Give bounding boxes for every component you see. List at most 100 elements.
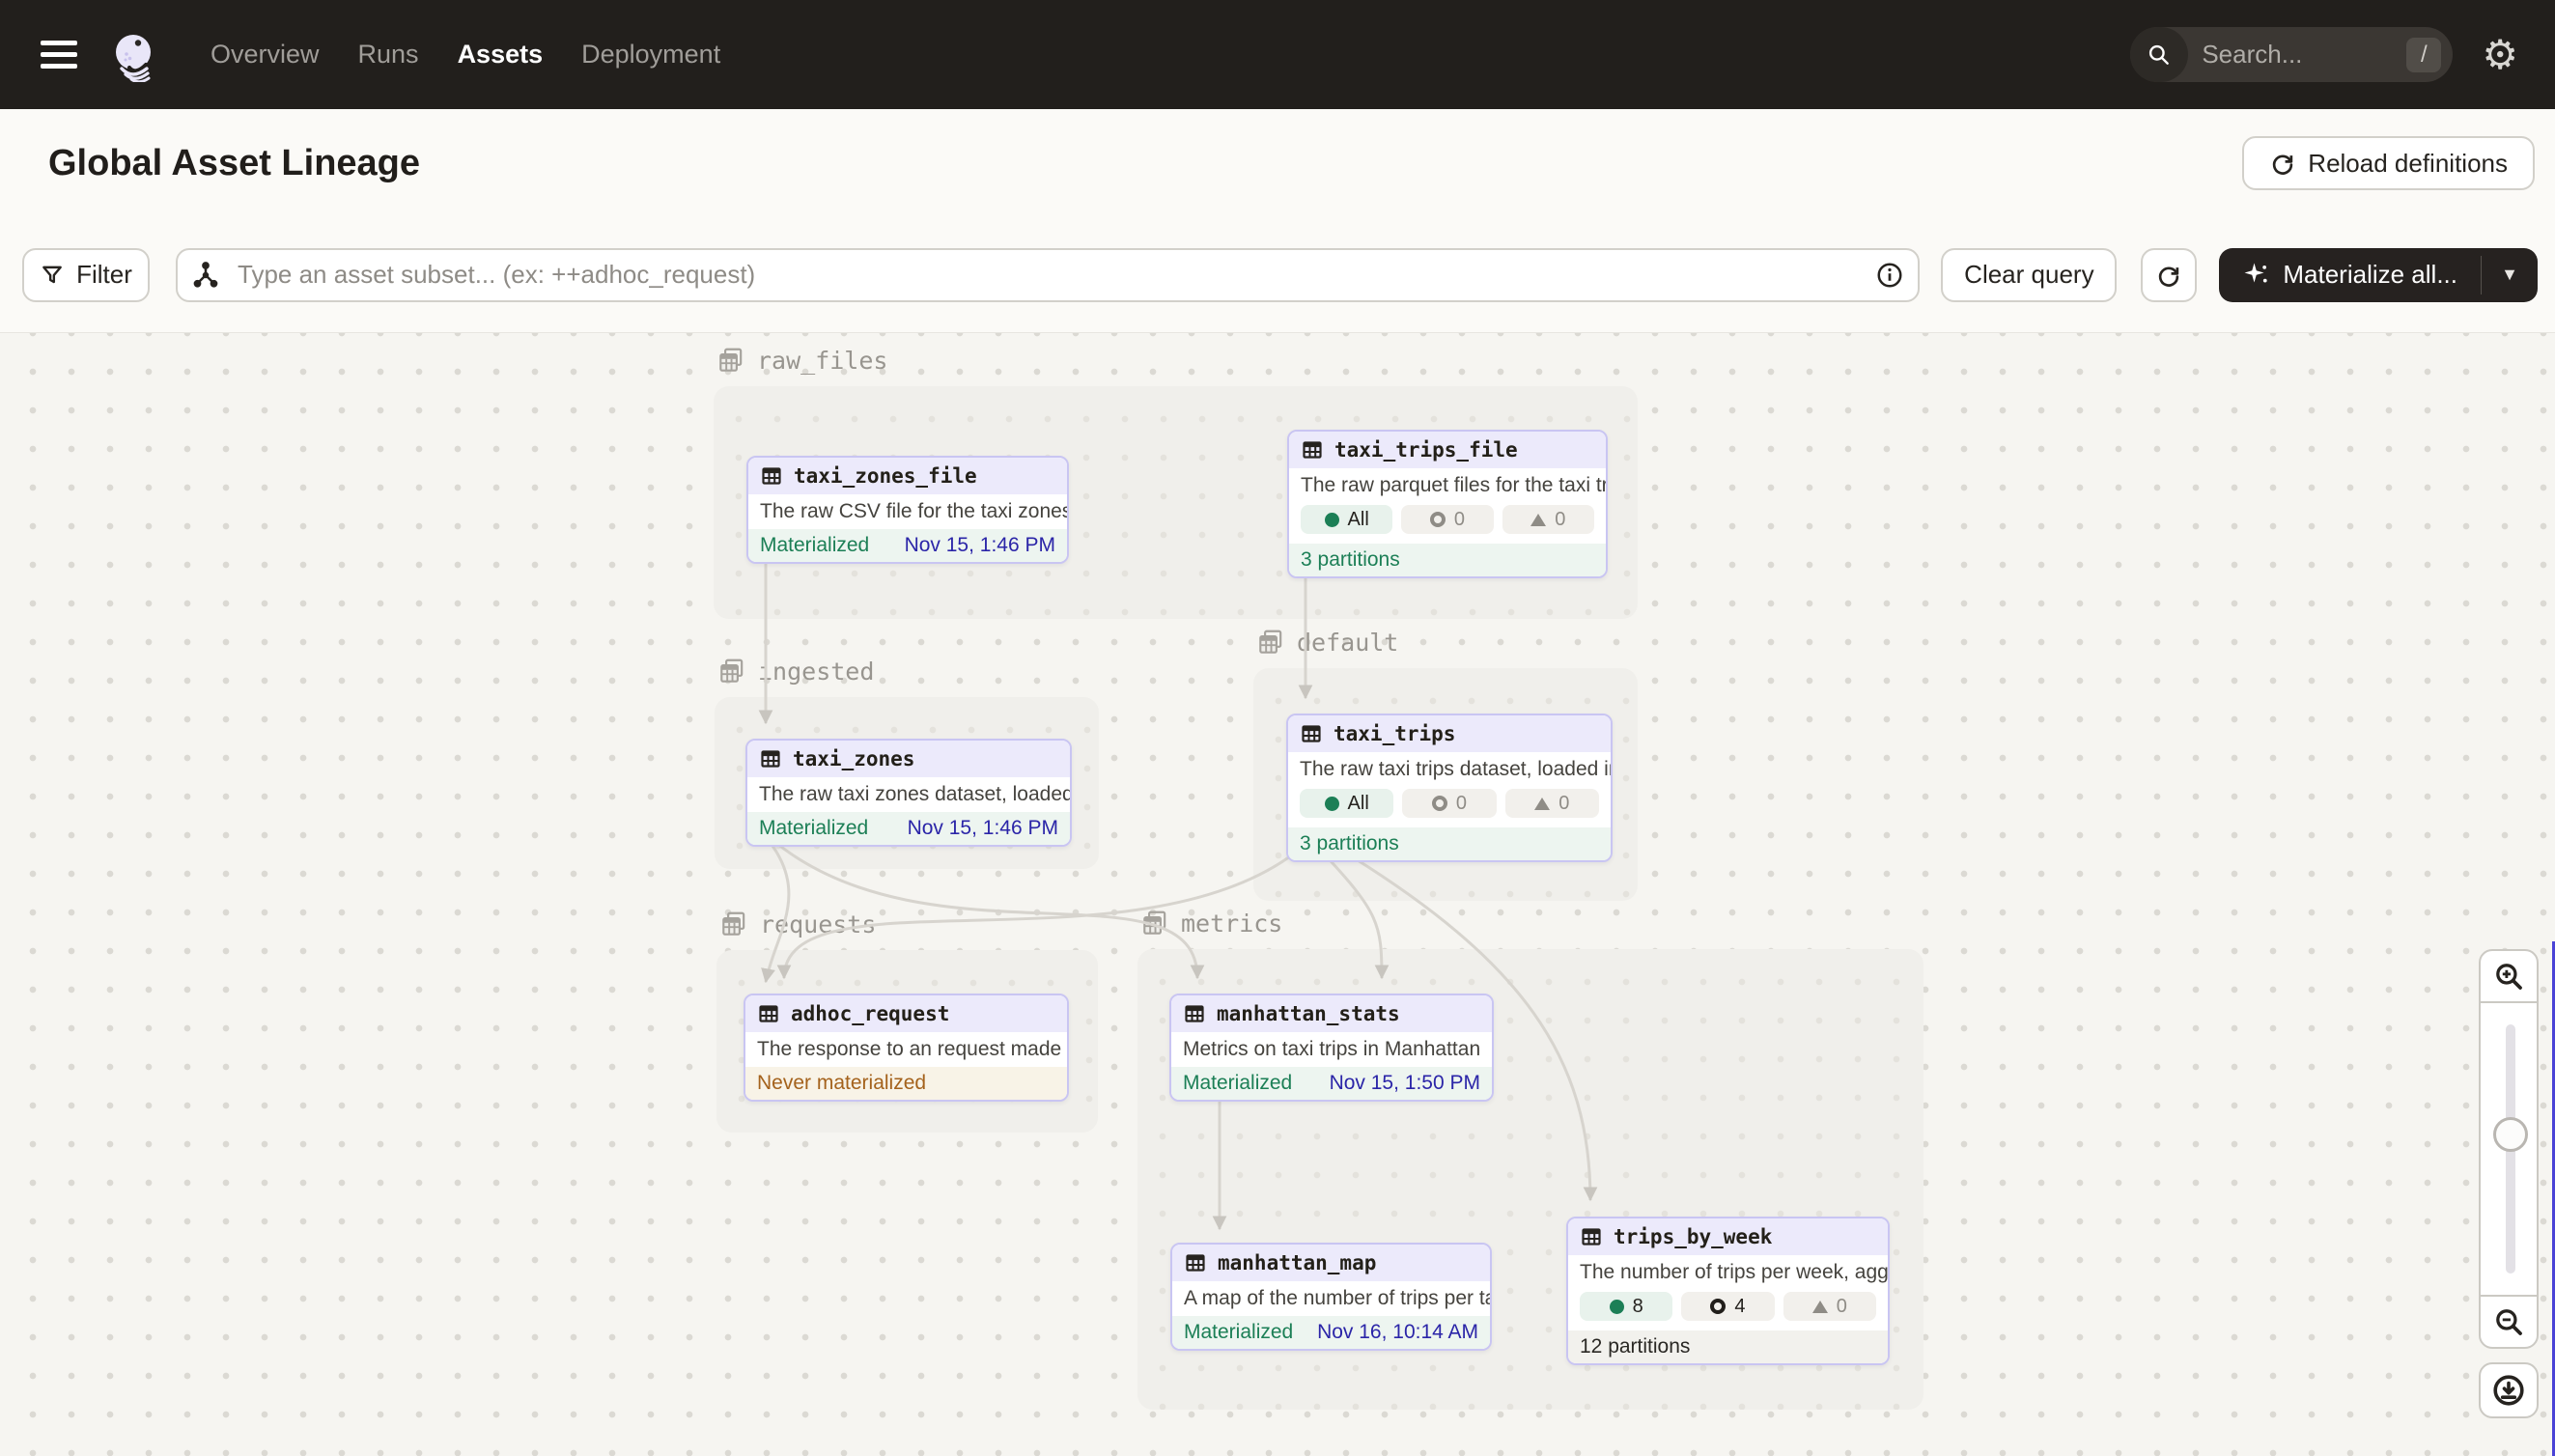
asset-node-adhoc_request[interactable]: adhoc_request The response to an request … — [744, 994, 1069, 1102]
node-header: taxi_zones — [747, 741, 1070, 777]
partition-badge: All — [1300, 789, 1393, 818]
nav-item-overview[interactable]: Overview — [211, 40, 320, 70]
node-description: Metrics on taxi trips in Manhattan — [1171, 1032, 1492, 1067]
table-icon — [1184, 1251, 1207, 1274]
node-header: adhoc_request — [745, 995, 1067, 1032]
materialized-dot-icon — [1325, 513, 1339, 527]
materialization-timestamp: Nov 15, 1:46 PM — [905, 534, 1055, 557]
dagster-logo-icon[interactable] — [106, 28, 160, 82]
search-icon — [2130, 27, 2188, 82]
settings-gear-icon[interactable]: ⚙ — [2482, 35, 2518, 75]
filter-button[interactable]: Filter — [22, 248, 150, 302]
partition-badge: 0 — [1502, 505, 1594, 534]
partition-badge: All — [1301, 505, 1392, 534]
materialize-all-button[interactable]: Materialize all... — [2219, 248, 2481, 302]
node-status-footer: Materialized Nov 15, 1:46 PM — [748, 529, 1067, 562]
partition-badge: 0 — [1505, 789, 1599, 818]
sparkle-icon — [2242, 261, 2271, 290]
node-status-footer: 12 partitions — [1568, 1330, 1888, 1363]
asset-node-manhattan_stats[interactable]: manhattan_stats Metrics on taxi trips in … — [1169, 994, 1494, 1102]
status-text: 3 partitions — [1301, 548, 1400, 572]
status-text: Never materialized — [757, 1072, 926, 1095]
node-header: manhattan_map — [1172, 1245, 1490, 1281]
status-text: 3 partitions — [1300, 832, 1399, 855]
reload-definitions-button[interactable]: Reload definitions — [2242, 136, 2535, 190]
table-icon — [760, 464, 783, 488]
materialized-dot-icon — [1610, 1300, 1624, 1314]
partition-badge: 0 — [1402, 789, 1496, 818]
materialize-dropdown-caret[interactable]: ▼ — [2482, 248, 2538, 302]
zoom-slider[interactable] — [2479, 1003, 2539, 1295]
node-header: trips_by_week — [1568, 1218, 1888, 1255]
status-text: Materialized — [1183, 1072, 1292, 1095]
search-bar[interactable]: / — [2130, 27, 2453, 82]
missing-triangle-icon — [1812, 1301, 1828, 1313]
partition-badge: 0 — [1783, 1292, 1876, 1321]
materialized-dot-icon — [1325, 797, 1339, 811]
node-status-footer: MaterializedNov 16, 10:14 AM — [1172, 1316, 1490, 1349]
node-header: taxi_trips_file — [1289, 432, 1606, 468]
asset-subset-query-input[interactable] — [176, 248, 1920, 302]
table-icon — [1301, 438, 1324, 462]
table-icon — [759, 747, 782, 770]
node-header: manhattan_stats — [1171, 995, 1492, 1032]
partition-health-badges: All 00 — [1288, 787, 1611, 827]
table-icon — [1183, 1002, 1206, 1025]
lineage-toolbar: Filter Clear query Materialize all... ▼ — [0, 217, 2555, 333]
filter-funnel-icon — [40, 263, 65, 288]
zoom-slider-thumb[interactable] — [2493, 1117, 2528, 1152]
status-text: 12 partitions — [1580, 1335, 1690, 1358]
node-title: taxi_zones_file — [794, 464, 977, 488]
node-title: adhoc_request — [791, 1002, 949, 1025]
asset-node-taxi_trips[interactable]: taxi_tripsThe raw taxi trips dataset, lo… — [1286, 714, 1613, 862]
table-icon — [757, 1002, 780, 1025]
asset-node-taxi_zones_file[interactable]: taxi_zones_fileThe raw CSV file for the … — [746, 456, 1069, 564]
node-title: manhattan_stats — [1217, 1002, 1400, 1025]
materialize-all-split-button: Materialize all... ▼ — [2219, 248, 2538, 302]
asset-node-taxi_zones[interactable]: taxi_zonesThe raw taxi zones dataset, lo… — [745, 739, 1072, 847]
node-description: The raw taxi zones dataset, loaded int..… — [747, 777, 1070, 812]
nav-item-assets[interactable]: Assets — [458, 40, 544, 70]
node-description: A map of the number of trips per taxi z.… — [1172, 1281, 1490, 1316]
partition-health-badges: All00 — [1289, 503, 1606, 544]
download-icon — [2491, 1373, 2526, 1408]
search-input[interactable] — [2202, 40, 2366, 70]
lineage-canvas[interactable]: raw_filesingesteddefaultrequestsmetrics … — [0, 333, 2555, 1456]
asset-node-manhattan_map[interactable]: manhattan_map A map of the number of trip… — [1170, 1243, 1492, 1351]
nav-item-deployment[interactable]: Deployment — [581, 40, 720, 70]
top-nav: Overview Runs Assets Deployment / ⚙ — [0, 0, 2555, 109]
node-title: trips_by_week — [1614, 1225, 1772, 1248]
table-icon — [1300, 722, 1323, 745]
node-title: taxi_trips — [1334, 722, 1455, 745]
menu-icon[interactable] — [41, 34, 77, 75]
missing-triangle-icon — [1530, 514, 1546, 526]
refresh-icon — [2155, 262, 2182, 289]
failed-ring-icon — [1432, 796, 1447, 811]
asset-node-trips_by_week[interactable]: trips_by_weekThe number of trips per wee… — [1566, 1217, 1890, 1365]
search-shortcut-badge: / — [2406, 38, 2441, 72]
nav-item-runs[interactable]: Runs — [358, 40, 419, 70]
failed-ring-icon — [1710, 1299, 1726, 1314]
node-status-footer: MaterializedNov 15, 1:46 PM — [747, 812, 1070, 845]
status-text: Materialized — [760, 534, 869, 557]
node-header: taxi_zones_file — [748, 458, 1067, 494]
node-description: The response to an request made in th... — [745, 1032, 1067, 1067]
refresh-graph-button[interactable] — [2141, 248, 2197, 302]
node-title: manhattan_map — [1218, 1251, 1376, 1274]
failed-ring-icon — [1430, 512, 1446, 527]
query-info-icon[interactable] — [1875, 261, 1904, 290]
zoom-out-button[interactable] — [2479, 1295, 2539, 1349]
table-icon — [1580, 1225, 1603, 1248]
node-description: The raw parquet files for the taxi trips… — [1289, 468, 1606, 503]
partition-badge: 8 — [1580, 1292, 1672, 1321]
zoom-in-button[interactable] — [2479, 949, 2539, 1003]
zoom-in-icon — [2492, 960, 2525, 993]
node-status-footer: 3 partitions — [1289, 544, 1606, 576]
asset-node-taxi_trips_file[interactable]: taxi_trips_file The raw parquet files for… — [1287, 430, 1608, 578]
zoom-controls — [2479, 949, 2539, 1418]
clear-query-button[interactable]: Clear query — [1941, 248, 2117, 302]
download-image-button[interactable] — [2479, 1362, 2539, 1418]
materialization-timestamp: Nov 15, 1:46 PM — [908, 817, 1058, 840]
node-title: taxi_trips_file — [1334, 438, 1518, 462]
materialization-timestamp: Nov 16, 10:14 AM — [1317, 1321, 1478, 1344]
